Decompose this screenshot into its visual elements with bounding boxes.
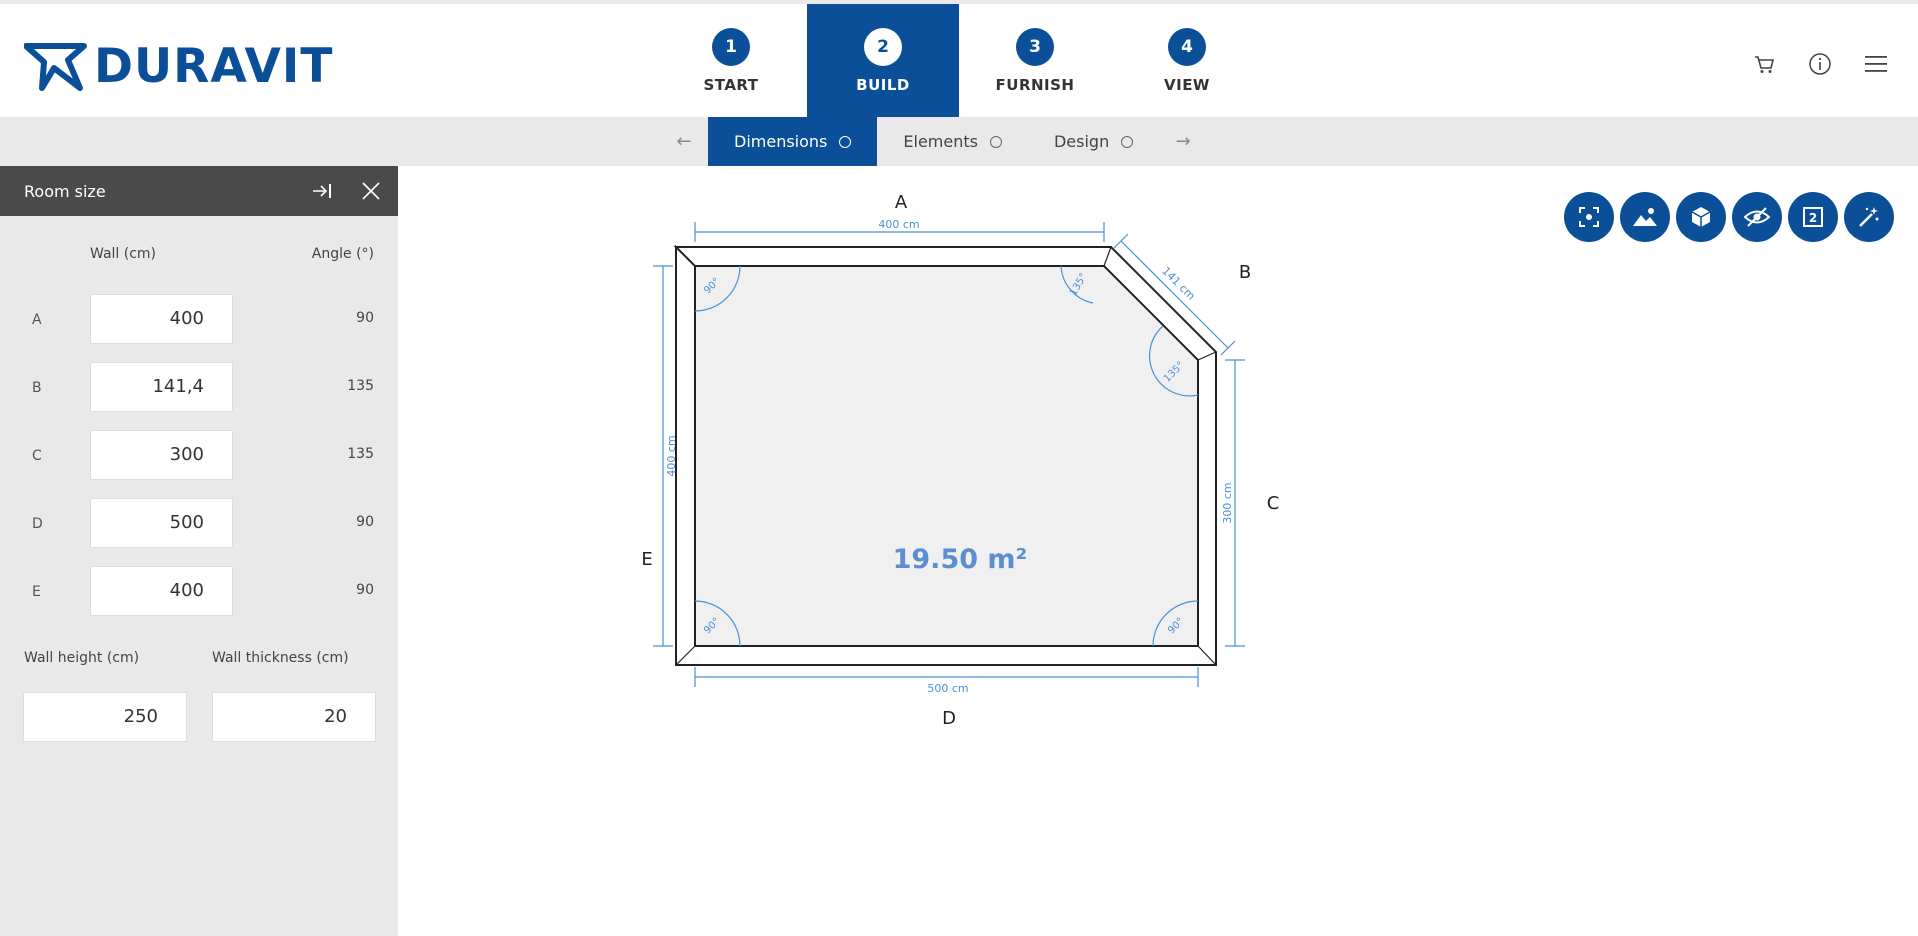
dim-e-text: 400 cm [665, 435, 678, 476]
wall-row: A 400 90 [0, 288, 398, 356]
dim-c-text: 300 cm [1221, 482, 1234, 523]
column-headers: Wall (cm) Angle (°) [0, 216, 398, 288]
logo-wordmark: DURAVIT [94, 39, 334, 94]
wall-angle: 135 [347, 446, 374, 462]
wall-label-a: A [895, 192, 908, 213]
dimension-labels: Wall height (cm) Wall thickness (cm) [0, 628, 398, 692]
room-floor[interactable] [695, 266, 1198, 646]
wall-label: E [32, 584, 41, 600]
sub-navigation: ← Dimensions Elements Design → [0, 117, 1918, 166]
step-number: 4 [1168, 28, 1206, 66]
wall-label-b: B [1239, 262, 1251, 283]
collapse-panel-icon[interactable] [310, 178, 336, 204]
angle-column-header: Angle (°) [311, 246, 374, 262]
dim-b-text: 141 cm [1159, 264, 1197, 302]
wall-height-label: Wall height (cm) [24, 650, 140, 666]
wall-length-input[interactable]: 300 [90, 430, 233, 480]
wall-row: B 141,4 135 [0, 356, 398, 424]
step-label: BUILD [856, 76, 910, 94]
top-header: DURAVIT 1 START 2 BUILD 3 FURNISH 4 VIEW [0, 0, 1918, 121]
header-icons [1750, 50, 1890, 78]
step-number: 3 [1016, 28, 1054, 66]
wall-row: C 300 135 [0, 424, 398, 492]
wall-label: B [32, 380, 42, 396]
wall-length-input[interactable]: 141,4 [90, 362, 233, 412]
wall-angle: 90 [356, 582, 374, 598]
dim-a-text: 400 cm [878, 218, 919, 231]
step-furnish[interactable]: 3 FURNISH [959, 4, 1111, 121]
wall-length-input[interactable]: 400 [90, 566, 233, 616]
status-circle-icon [989, 135, 1002, 148]
step-number: 2 [864, 28, 902, 66]
tab-label: Elements [903, 132, 978, 151]
info-icon[interactable] [1806, 50, 1834, 78]
dimension-inputs: 250 20 [0, 692, 398, 752]
wall-angle: 90 [356, 514, 374, 530]
wall-thickness-label: Wall thickness (cm) [212, 650, 349, 666]
tab-label: Design [1053, 132, 1110, 151]
step-label: VIEW [1164, 76, 1210, 94]
wall-angle: 135 [347, 378, 374, 394]
next-arrow-icon[interactable]: → [1159, 117, 1207, 166]
status-circle-icon [839, 135, 852, 148]
step-nav: 1 START 2 BUILD 3 FURNISH 4 VIEW [655, 4, 1263, 121]
wall-length-input[interactable]: 400 [90, 294, 233, 344]
wall-row: E 400 90 [0, 560, 398, 628]
cart-icon[interactable] [1750, 50, 1778, 78]
step-label: FURNISH [995, 76, 1075, 94]
tab-design[interactable]: Design [1028, 117, 1159, 166]
wall-label: A [32, 312, 42, 328]
prev-arrow-icon[interactable]: ← [660, 117, 708, 166]
wall-row: D 500 90 [0, 492, 398, 560]
dim-d-text: 500 cm [927, 682, 968, 695]
tab-elements[interactable]: Elements [877, 117, 1028, 166]
floor-plan-canvas[interactable]: 2 400 cm 141 cm 300 cm 500 cm 400 cm 90°… [398, 166, 1918, 936]
wall-label-c: C [1267, 493, 1280, 514]
panel-title: Room size [24, 181, 106, 201]
step-label: START [703, 76, 759, 94]
wall-length-input[interactable]: 500 [90, 498, 233, 548]
step-number: 1 [712, 28, 750, 66]
wall-angle: 90 [356, 310, 374, 326]
wall-label: C [32, 448, 42, 464]
wall-label-d: D [942, 708, 956, 729]
logo-mark-icon [24, 43, 87, 91]
room-size-panel: Room size Wall (cm) Angle (°) A 400 90 B… [0, 166, 398, 936]
wall-height-input[interactable]: 250 [23, 692, 187, 742]
room-area: 19.50 m² [893, 544, 1028, 575]
panel-header: Room size [0, 166, 398, 216]
wall-label: D [32, 516, 43, 532]
close-icon[interactable] [358, 178, 384, 204]
tab-label: Dimensions [734, 132, 828, 151]
step-start[interactable]: 1 START [655, 4, 807, 121]
duravit-logo[interactable]: DURAVIT [24, 38, 332, 96]
wall-label-e: E [641, 549, 652, 570]
step-view[interactable]: 4 VIEW [1111, 4, 1263, 121]
menu-icon[interactable] [1862, 50, 1890, 78]
tab-dimensions[interactable]: Dimensions [708, 117, 878, 166]
step-build[interactable]: 2 BUILD [807, 4, 959, 121]
wall-column-header: Wall (cm) [90, 246, 157, 262]
floor-plan: 400 cm 141 cm 300 cm 500 cm 400 cm 90° 1… [641, 192, 1280, 729]
status-circle-icon [1121, 135, 1134, 148]
wall-thickness-input[interactable]: 20 [212, 692, 376, 742]
